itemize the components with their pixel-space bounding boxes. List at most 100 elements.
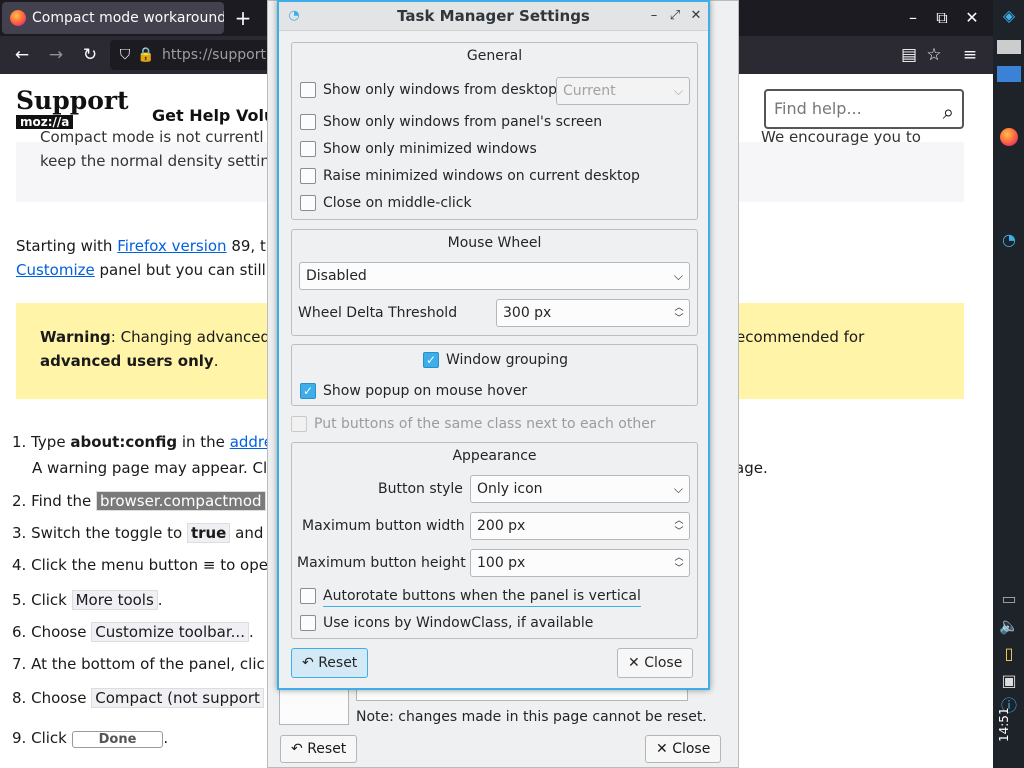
bookmark-star-icon[interactable]: ☆: [921, 42, 947, 68]
step-1: 1. Type about:config in the addre: [12, 433, 273, 451]
autorotate-checkbox[interactable]: [300, 588, 316, 604]
chevron-down-icon: ⌵: [673, 482, 683, 496]
dialog-titlebar[interactable]: ◔ Task Manager Settings – ⤢ ✕: [279, 2, 708, 31]
max-height-spinbox[interactable]: 100 px ︿ ﹀: [470, 549, 690, 577]
button-style-combo[interactable]: Only icon ⌵: [470, 475, 690, 503]
show-popup-checkbox[interactable]: ✓: [300, 383, 316, 399]
restore-window-button[interactable]: ⧉: [927, 4, 957, 32]
button-style-label: Button style: [378, 481, 463, 497]
close-button[interactable]: ✕ Close: [617, 648, 694, 678]
tab-title: Compact mode workaround: [32, 10, 224, 26]
desktop-pager-1[interactable]: [997, 40, 1021, 54]
step-1-note-right: age.: [735, 459, 768, 477]
shield-icon[interactable]: ⛉: [116, 46, 134, 64]
warning-label: Warning: [40, 328, 111, 346]
step-4: 4. Click the menu button ≡ to ope: [12, 556, 268, 574]
close-icon[interactable]: ✕: [687, 7, 705, 25]
wheel-threshold-spinbox[interactable]: 300 px ︿ ﹀: [496, 299, 690, 327]
task-manager-settings-dialog: ◔ Task Manager Settings – ⤢ ✕ General Sh…: [277, 0, 710, 690]
step-1-note: A warning page may appear. Cl: [32, 459, 268, 477]
browser-tab[interactable]: Compact mode workaround: [2, 2, 224, 34]
firefox-version-link[interactable]: Firefox version: [117, 237, 226, 255]
firefox-icon: [10, 10, 26, 26]
mozilla-logo[interactable]: moz://a: [16, 115, 74, 129]
max-width-spinbox[interactable]: 200 px ︿ ﹀: [470, 512, 690, 540]
show-only-desktop-checkbox[interactable]: [300, 82, 316, 98]
step-9: 9. Click Done.: [12, 729, 169, 748]
desktop-pager-2[interactable]: [997, 66, 1021, 82]
help-search-input[interactable]: Find help... ⌕: [764, 89, 964, 129]
maximize-icon[interactable]: ⤢: [666, 7, 684, 25]
reload-icon[interactable]: ↻: [77, 42, 103, 68]
url-text: https://support: [162, 47, 266, 63]
dialog-title: Task Manager Settings: [397, 7, 590, 25]
max-width-label: Maximum button width: [302, 518, 465, 534]
desktop-combo[interactable]: Current ⌵: [556, 77, 690, 105]
close-x-icon: ✕: [628, 655, 640, 671]
done-button-example: Done: [71, 731, 164, 748]
same-class-checkbox[interactable]: [291, 416, 307, 432]
step-8: 8. Choose Compact (not support: [12, 688, 264, 708]
clock[interactable]: 14:51: [997, 707, 1011, 742]
menu-icon: ≡: [202, 556, 216, 574]
support-logo[interactable]: Support: [16, 86, 129, 115]
spin-down-icon: ﹀: [674, 314, 684, 324]
spin-down-icon: ﹀: [674, 564, 684, 574]
clipboard-icon[interactable]: ▭: [997, 587, 1021, 611]
minimize-window-button[interactable]: –: [898, 4, 928, 32]
step-2: 2. Find the browser.compactmod: [12, 491, 266, 511]
mouse-wheel-group: Mouse Wheel Disabled ⌵ Wheel Delta Thresh…: [291, 229, 698, 336]
appearance-title: Appearance: [452, 448, 537, 464]
settings-task-icon[interactable]: ◔: [997, 228, 1021, 252]
hamburger-menu-icon[interactable]: ≡: [957, 42, 983, 68]
firefox-task-icon[interactable]: [997, 128, 1021, 152]
notice-line1-right: We encourage you to: [761, 128, 921, 146]
reset-button[interactable]: ↶ Reset: [291, 648, 369, 678]
search-icon[interactable]: ⌕: [943, 94, 954, 130]
general-title: General: [466, 48, 523, 64]
bg-close-button[interactable]: ✕ Close: [645, 735, 722, 763]
step-7: 7. At the bottom of the panel, clic: [12, 655, 265, 673]
forward-arrow-icon[interactable]: →: [43, 42, 69, 68]
mouse-wheel-title: Mouse Wheel: [447, 235, 542, 251]
pref-name-code: browser.compactmod: [95, 491, 266, 511]
notes-icon[interactable]: ▯: [997, 642, 1021, 666]
chevron-down-icon: ⌵: [673, 269, 683, 283]
raise-minimized-checkbox[interactable]: [300, 168, 316, 184]
spin-down-icon: ﹀: [674, 527, 684, 537]
volume-icon[interactable]: 🔈: [997, 614, 1021, 638]
wheel-threshold-label: Wheel Delta Threshold: [298, 305, 458, 321]
system-taskbar: ◈ ◔ ▭ 🔈 ▯ ▣ ⓘ 14:51: [993, 0, 1024, 768]
nav-get-help[interactable]: Get Help: [152, 106, 230, 125]
chevron-down-icon: ⌵: [673, 84, 683, 98]
lock-icon[interactable]: 🔒: [137, 46, 155, 64]
customize-link[interactable]: Customize: [16, 261, 95, 279]
warning-advanced-only: advanced users only: [40, 352, 214, 370]
bg-preview-box: [279, 689, 349, 725]
notice-line1: Compact mode is not currentl: [40, 128, 264, 146]
window-grouping-checkbox[interactable]: ✓: [423, 352, 439, 368]
use-icons-checkbox[interactable]: [300, 615, 316, 631]
warning-right-text: ecommended for: [736, 328, 865, 346]
step-5: 5. Click More tools.: [12, 590, 163, 610]
close-window-button[interactable]: ✕: [957, 4, 987, 32]
minimize-icon[interactable]: –: [645, 7, 663, 25]
new-tab-button[interactable]: +: [232, 4, 254, 32]
notice-line2: keep the normal density settin: [40, 152, 270, 170]
grouping-group: ✓ Window grouping ✓ Show popup on mouse …: [291, 344, 698, 406]
appearance-group: Appearance Button style Only icon ⌵ Maxim…: [291, 442, 698, 639]
show-only-minimized-checkbox[interactable]: [300, 141, 316, 157]
back-arrow-icon[interactable]: ←: [9, 42, 35, 68]
intro-paragraph: Starting with Firefox version 89, t: [16, 237, 266, 255]
intro-paragraph-line2: Customize panel but you can still: [16, 261, 266, 279]
app-launcher-icon[interactable]: ◈: [997, 4, 1021, 28]
show-only-screen-checkbox[interactable]: [300, 114, 316, 130]
mouse-wheel-mode-combo[interactable]: Disabled ⌵: [299, 262, 690, 290]
general-group: General Show only windows from desktop C…: [291, 42, 698, 220]
display-icon[interactable]: ▣: [997, 669, 1021, 693]
close-middle-click-checkbox[interactable]: [300, 195, 316, 211]
bg-reset-button[interactable]: ↶ Reset: [280, 735, 358, 763]
undo-icon: ↶: [302, 655, 314, 671]
reader-view-icon[interactable]: ▤: [896, 42, 922, 68]
max-height-label: Maximum button height: [297, 555, 466, 571]
